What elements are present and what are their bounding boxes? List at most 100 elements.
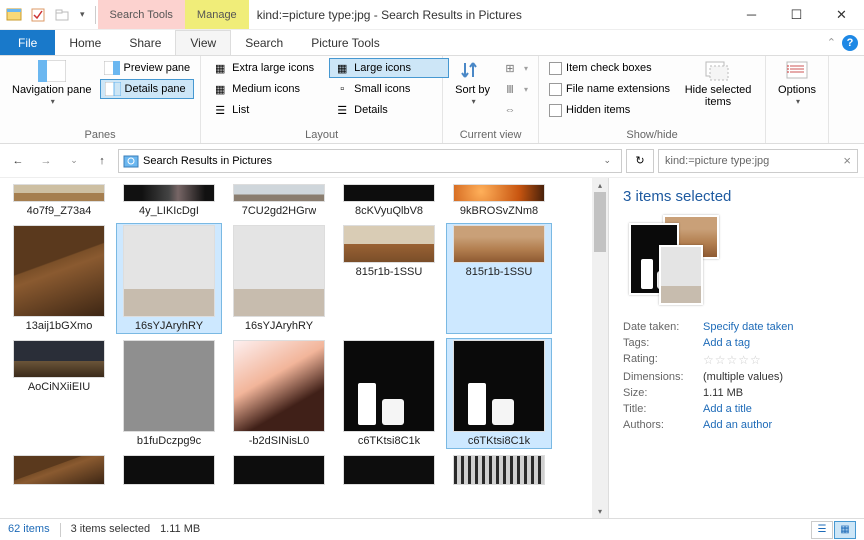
status-selected-size: 1.11 MB — [160, 523, 200, 537]
options-button[interactable]: Options ▾ — [772, 58, 822, 109]
group-by-button[interactable]: ⊞▾ — [498, 58, 532, 78]
layout-list[interactable]: ☰List — [207, 100, 327, 120]
preview-pane-button[interactable]: Preview pane — [100, 58, 195, 78]
scrollbar[interactable]: ▴ ▾ — [592, 178, 608, 518]
address-bar[interactable]: Search Results in Pictures ⌄ — [118, 149, 622, 173]
details-view-button[interactable]: ☰ — [811, 521, 833, 539]
file-item[interactable]: b1fuDczpg9c — [116, 338, 222, 449]
prop-rating-val[interactable]: ☆☆☆☆☆ — [703, 353, 762, 367]
scroll-down-icon[interactable]: ▾ — [592, 504, 608, 518]
file-item[interactable]: 815r1b-1SSU — [446, 223, 552, 334]
ribbon-group-panes: Navigation pane ▾ Preview pane Details p… — [0, 56, 201, 143]
clear-search-icon[interactable]: × — [843, 153, 851, 168]
group-label-blank — [772, 139, 822, 143]
file-item[interactable]: 8cKVyuQlbV8 — [336, 182, 442, 219]
file-item[interactable] — [6, 453, 112, 487]
add-columns-button[interactable]: Ⅲ▾ — [498, 79, 532, 99]
window-title: kind:=picture type:jpg - Search Results … — [249, 0, 729, 29]
scroll-up-icon[interactable]: ▴ — [592, 178, 608, 192]
properties-icon[interactable] — [28, 5, 48, 25]
prop-date-taken-val[interactable]: Specify date taken — [703, 321, 794, 333]
thumbnail — [13, 184, 105, 202]
recent-locations-button[interactable]: ⌄ — [62, 149, 86, 173]
up-button[interactable]: ↑ — [90, 149, 114, 173]
maximize-button[interactable]: ☐ — [774, 0, 819, 29]
hide-selected-label: Hide selected items — [683, 84, 753, 108]
tab-home[interactable]: Home — [55, 30, 115, 55]
checkbox-icon — [549, 104, 562, 117]
file-item[interactable]: c6TKtsi8C1k — [336, 338, 442, 449]
address-bar-row: ← → ⌄ ↑ Search Results in Pictures ⌄ ↻ k… — [0, 144, 864, 178]
file-item[interactable]: 13aij1bGXmo — [6, 223, 112, 334]
new-folder-icon[interactable] — [52, 5, 72, 25]
status-bar: 62 items 3 items selected 1.11 MB ☰ ▦ — [0, 518, 864, 540]
file-grid[interactable]: 4o7f9_Z73a44y_LIKIcDgI 7CU2gd2HGrw 8cKVyuQ… — [0, 178, 592, 518]
file-label: 13aij1bGXmo — [26, 320, 93, 332]
layout-small-icons[interactable]: ▫Small icons — [329, 79, 449, 99]
chevron-down-icon: ▾ — [796, 98, 800, 107]
prop-tags-val[interactable]: Add a tag — [703, 337, 750, 349]
file-item[interactable] — [226, 453, 332, 487]
thumbnail — [233, 455, 325, 485]
file-label: 7CU2gd2HGrw — [242, 205, 317, 217]
tab-search[interactable]: Search — [231, 30, 297, 55]
file-item[interactable]: AoCiNXiiEIU — [6, 338, 112, 449]
file-label: 16sYJAryhRY — [135, 320, 203, 332]
file-item[interactable]: 815r1b-1SSU — [336, 223, 442, 334]
file-item[interactable]: 7CU2gd2HGrw — [226, 182, 332, 219]
file-item[interactable]: c6TKtsi8C1k — [446, 338, 552, 449]
thumbnail — [453, 455, 545, 485]
sort-by-label: Sort by — [455, 84, 490, 96]
file-item[interactable] — [116, 453, 222, 487]
tab-file[interactable]: File — [0, 30, 55, 55]
minimize-button[interactable]: ─ — [729, 0, 774, 29]
file-label: 815r1b-1SSU — [466, 266, 533, 278]
details-pane-button[interactable]: Details pane — [100, 79, 195, 99]
details-preview — [623, 215, 850, 305]
size-columns-button[interactable]: ⇔ — [498, 100, 532, 120]
help-icon[interactable]: ? — [842, 35, 858, 51]
sort-by-button[interactable]: Sort by ▾ — [449, 58, 496, 109]
context-tab-search-tools[interactable]: Search Tools — [98, 0, 185, 29]
navigation-pane-button[interactable]: Navigation pane ▾ — [6, 58, 98, 109]
medium-icons-icon: ▦ — [212, 81, 228, 97]
search-box[interactable]: kind:=picture type:jpg × — [658, 149, 858, 173]
layout-details[interactable]: ☰Details — [329, 100, 449, 120]
thumbnail — [233, 225, 325, 317]
checkbox-icon — [549, 62, 562, 75]
refresh-button[interactable]: ↻ — [626, 149, 654, 173]
tab-share[interactable]: Share — [115, 30, 175, 55]
address-dropdown-icon[interactable]: ⌄ — [597, 155, 617, 166]
collapse-ribbon-icon[interactable]: ⌃ — [827, 36, 836, 49]
file-item[interactable]: -b2dSINisL0 — [226, 338, 332, 449]
prop-title-val[interactable]: Add a title — [703, 403, 752, 415]
forward-button[interactable]: → — [34, 149, 58, 173]
group-by-icon: ⊞ — [502, 60, 518, 76]
preview-thumb — [659, 245, 703, 305]
file-item[interactable]: 4o7f9_Z73a4 — [6, 182, 112, 219]
tab-picture-tools[interactable]: Picture Tools — [297, 30, 393, 55]
file-name-extensions-toggle[interactable]: File name extensions — [545, 79, 675, 99]
file-item[interactable]: 4y_LIKIcDgI — [116, 182, 222, 219]
tab-view[interactable]: View — [175, 30, 231, 55]
file-item[interactable]: 16sYJAryhRY — [226, 223, 332, 334]
item-check-boxes-toggle[interactable]: Item check boxes — [545, 58, 675, 78]
thumbnails-view-button[interactable]: ▦ — [834, 521, 856, 539]
close-button[interactable]: ✕ — [819, 0, 864, 29]
prop-authors-val[interactable]: Add an author — [703, 419, 772, 431]
prop-title-key: Title: — [623, 403, 703, 415]
scroll-thumb[interactable] — [594, 192, 606, 252]
layout-extra-large-icons[interactable]: ▦Extra large icons — [207, 58, 327, 78]
file-item[interactable]: 9kBROSvZNm8 — [446, 182, 552, 219]
hidden-items-toggle[interactable]: Hidden items — [545, 100, 675, 120]
file-item[interactable] — [336, 453, 442, 487]
layout-medium-icons[interactable]: ▦Medium icons — [207, 79, 327, 99]
large-icons-icon: ▦ — [334, 60, 350, 76]
file-item[interactable] — [446, 453, 552, 487]
file-item[interactable]: 16sYJAryhRY — [116, 223, 222, 334]
back-button[interactable]: ← — [6, 149, 30, 173]
context-tab-manage[interactable]: Manage — [185, 0, 249, 29]
qat-dropdown-icon[interactable]: ▾ — [76, 9, 89, 20]
layout-large-icons[interactable]: ▦Large icons — [329, 58, 449, 78]
hide-selected-items-button[interactable]: Hide selected items — [677, 58, 759, 110]
